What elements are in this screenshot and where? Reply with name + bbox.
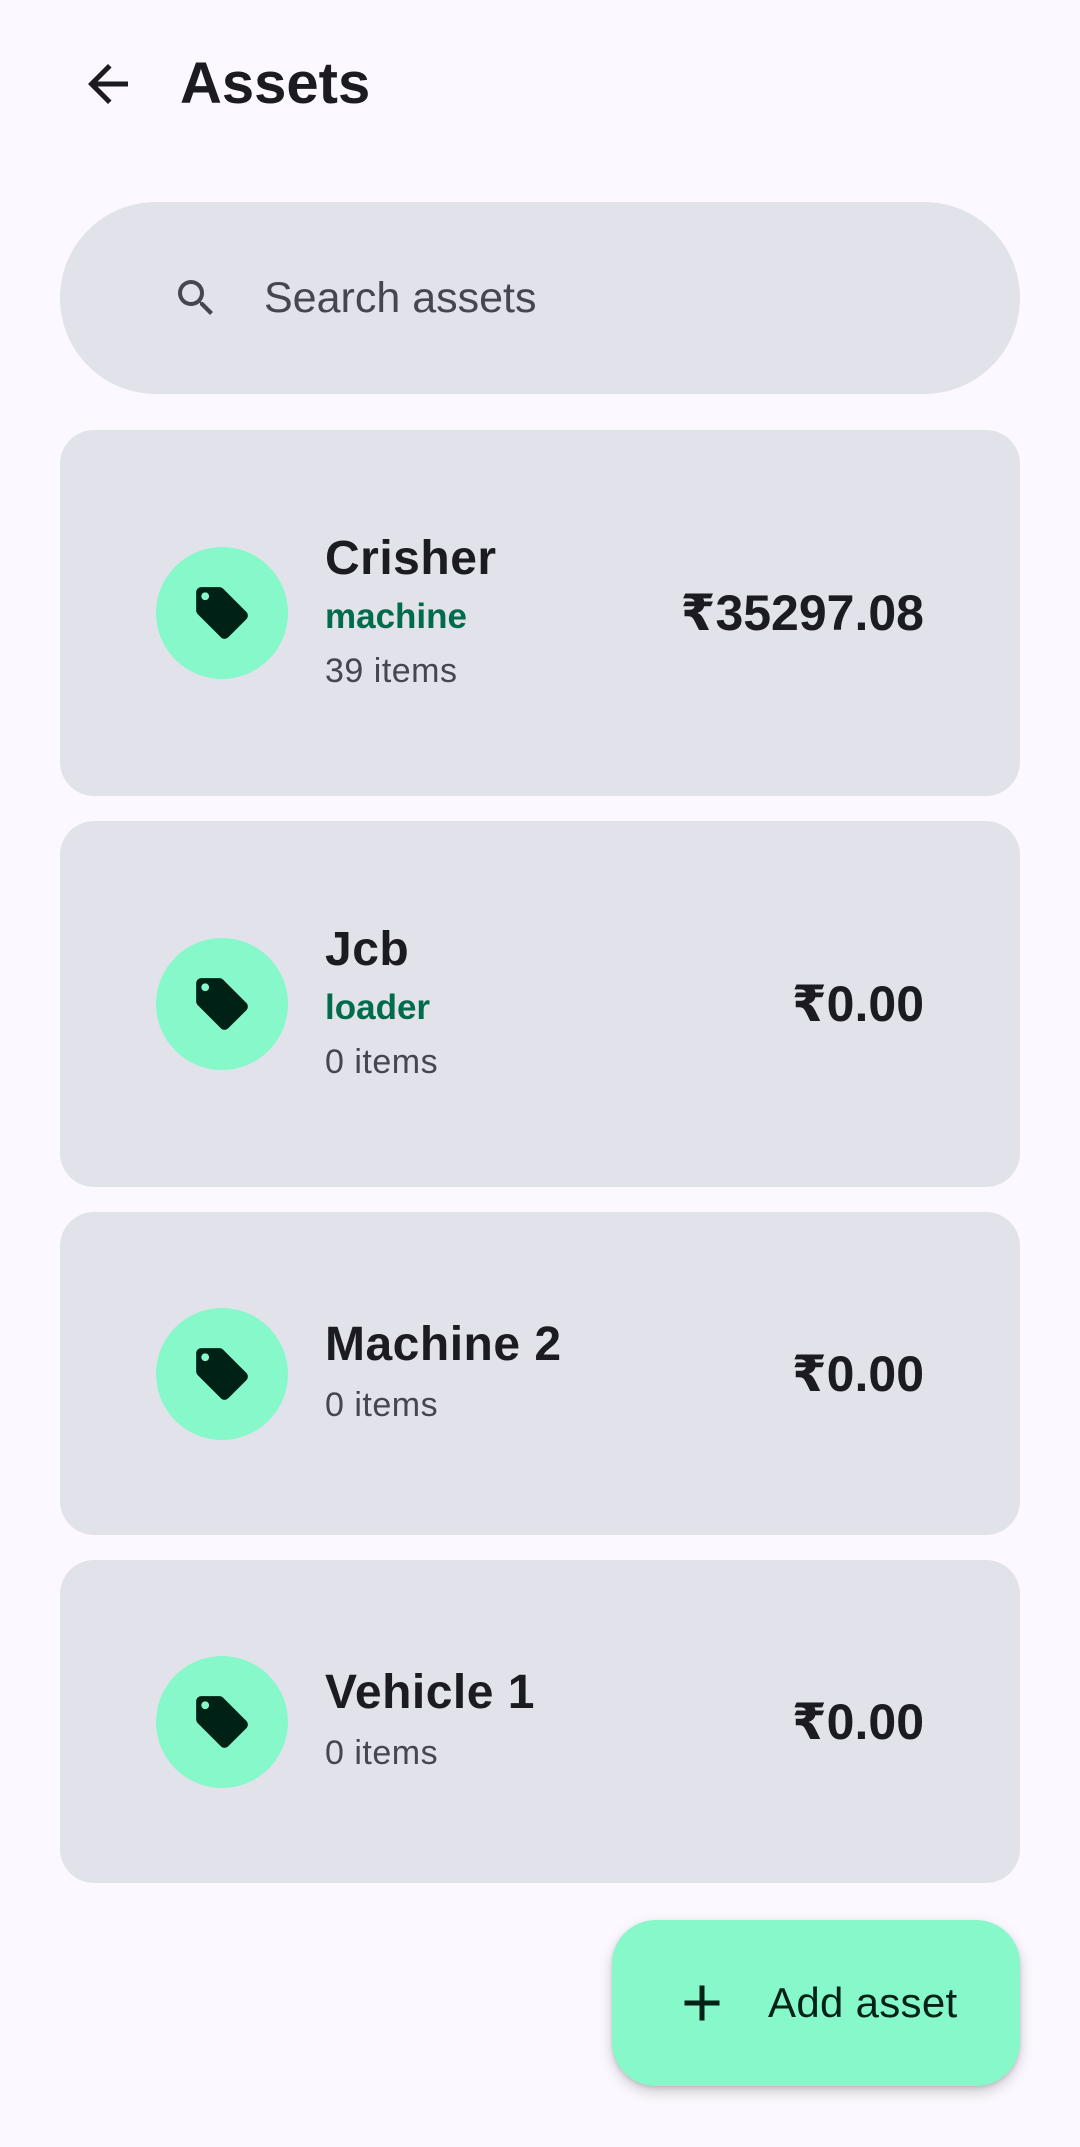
assets-screen: Assets Crisher machine 39 items ₹35297.0… xyxy=(0,0,1080,2147)
add-asset-label: Add asset xyxy=(768,1979,958,2026)
asset-value: ₹0.00 xyxy=(791,976,924,1032)
asset-avatar xyxy=(156,1308,288,1440)
asset-card-vehicle-1[interactable]: Vehicle 1 0 items ₹0.00 xyxy=(60,1560,1020,1883)
asset-name: Jcb xyxy=(325,923,410,976)
asset-value: ₹35297.08 xyxy=(680,585,924,641)
asset-avatar xyxy=(156,938,288,1070)
back-button[interactable] xyxy=(60,36,156,132)
arrow-back-icon xyxy=(88,64,128,104)
asset-value: ₹0.00 xyxy=(791,1694,924,1750)
tag-icon xyxy=(196,978,248,1030)
top-app-bar: Assets xyxy=(0,0,1080,168)
tag-icon xyxy=(196,1348,248,1400)
asset-item-count: 0 items xyxy=(325,1734,439,1772)
plus-icon xyxy=(672,1973,732,2033)
asset-item-count: 39 items xyxy=(325,652,458,690)
asset-avatar xyxy=(156,547,288,679)
search-bar[interactable] xyxy=(60,202,1020,394)
tag-icon xyxy=(196,1696,248,1748)
page-title: Assets xyxy=(180,51,371,116)
search-icon xyxy=(172,274,220,322)
asset-card-crisher[interactable]: Crisher machine 39 items ₹35297.08 xyxy=(60,430,1020,796)
asset-name: Crisher xyxy=(325,532,497,585)
asset-category: loader xyxy=(325,988,431,1027)
search-input[interactable] xyxy=(264,262,1004,334)
asset-name: Vehicle 1 xyxy=(325,1666,535,1719)
asset-name: Machine 2 xyxy=(325,1318,562,1371)
asset-item-count: 0 items xyxy=(325,1386,439,1424)
asset-card-jcb[interactable]: Jcb loader 0 items ₹0.00 xyxy=(60,821,1020,1187)
add-asset-button[interactable]: Add asset xyxy=(612,1920,1020,2086)
asset-category: machine xyxy=(325,597,467,636)
asset-item-count: 0 items xyxy=(325,1043,439,1081)
asset-card-machine-2[interactable]: Machine 2 0 items ₹0.00 xyxy=(60,1212,1020,1535)
asset-value: ₹0.00 xyxy=(791,1346,924,1402)
tag-icon xyxy=(196,587,248,639)
asset-avatar xyxy=(156,1656,288,1788)
